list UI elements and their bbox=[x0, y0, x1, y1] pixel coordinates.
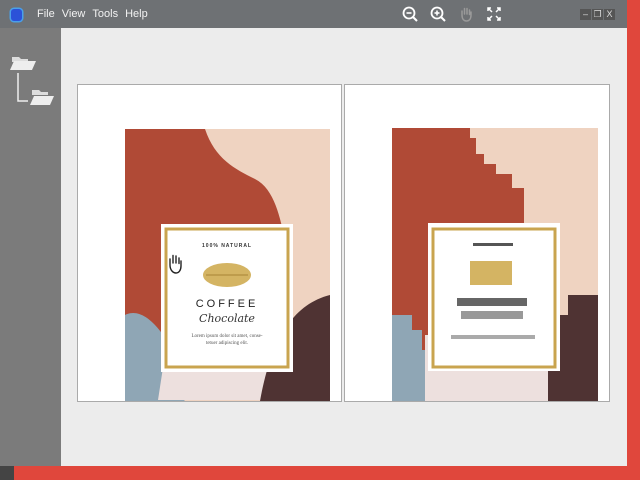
hand-pan-icon[interactable] bbox=[458, 6, 474, 22]
menu-bar: File View Tools Help bbox=[37, 8, 148, 20]
title-bar: File View Tools Help – ❐ X bbox=[0, 0, 627, 28]
app-window: File View Tools Help – ❐ X 100% NATURAL … bbox=[0, 0, 627, 466]
label-title: COFFEE bbox=[195, 298, 259, 310]
label-badge: 100% NATURAL bbox=[202, 243, 252, 249]
minimize-button[interactable]: – bbox=[580, 9, 591, 20]
zoom-out-icon[interactable] bbox=[402, 6, 418, 22]
zoom-in-icon[interactable] bbox=[430, 6, 446, 22]
hand-cursor-icon bbox=[169, 254, 182, 274]
window-controls: – ❐ X bbox=[580, 9, 615, 20]
processed-image-panel bbox=[344, 84, 610, 402]
tree-connector bbox=[17, 73, 28, 102]
menu-tools[interactable]: Tools bbox=[92, 8, 118, 20]
sidebar-tree bbox=[0, 28, 61, 466]
folder-open-icon[interactable] bbox=[10, 57, 36, 70]
menu-help[interactable]: Help bbox=[125, 8, 148, 20]
label-body-line: tetuer adipiscing elit. bbox=[205, 341, 249, 346]
fit-screen-icon[interactable] bbox=[486, 6, 502, 22]
original-image-panel: 100% NATURAL COFFEE Chocolate Lorem ipsu… bbox=[77, 84, 342, 402]
document-view: 100% NATURAL COFFEE Chocolate Lorem ipsu… bbox=[61, 28, 627, 466]
restore-button[interactable]: ❐ bbox=[592, 9, 603, 20]
menu-file[interactable]: File bbox=[37, 8, 55, 20]
menu-view[interactable]: View bbox=[62, 8, 86, 20]
label-subtitle: Chocolate bbox=[199, 312, 255, 325]
label-body: Lorem ipsum dolor sit amet, conse-tetuer… bbox=[161, 333, 293, 347]
label-body-line: Lorem ipsum dolor sit amet, conse- bbox=[191, 334, 263, 339]
app-icon bbox=[11, 9, 22, 21]
toolbar bbox=[402, 6, 502, 22]
desktop-corner bbox=[0, 466, 14, 480]
close-button[interactable]: X bbox=[604, 9, 615, 20]
folder-open-icon[interactable] bbox=[30, 90, 54, 105]
